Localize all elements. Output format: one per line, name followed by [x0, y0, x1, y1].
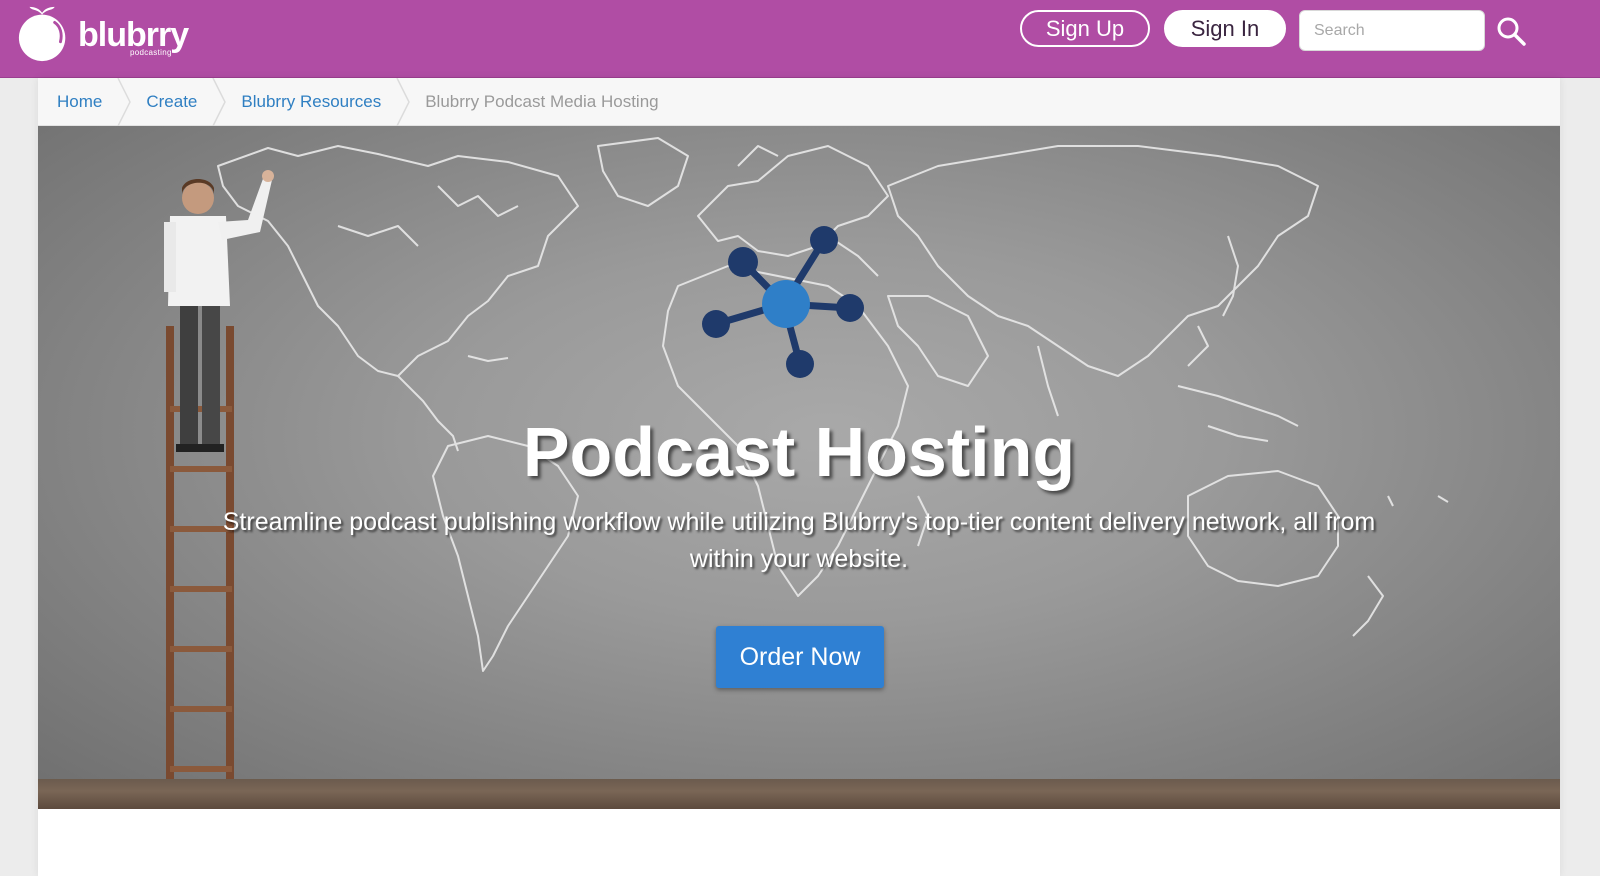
- breadcrumb-create[interactable]: Create: [146, 78, 197, 126]
- breadcrumb-home[interactable]: Home: [57, 78, 102, 126]
- sign-up-button[interactable]: Sign Up: [1020, 10, 1150, 47]
- hero-banner: Podcast Hosting Streamline podcast publi…: [38, 126, 1560, 809]
- network-hub-icon: [702, 226, 864, 378]
- order-now-button[interactable]: Order Now: [716, 626, 884, 688]
- search-input[interactable]: [1299, 10, 1485, 51]
- logo-subtext: podcasting: [130, 48, 172, 57]
- hero-floor: [38, 779, 1560, 809]
- search-icon: [1497, 17, 1526, 46]
- sign-in-button[interactable]: Sign In: [1164, 10, 1286, 47]
- page-content: Home Create Blubrry Resources Blubrry Po…: [38, 77, 1560, 876]
- breadcrumb-separator-icon: [117, 77, 132, 126]
- site-header: blubrry podcasting Sign Up Sign In: [0, 0, 1600, 78]
- search-button[interactable]: [1495, 15, 1527, 47]
- breadcrumb-blubrry-resources[interactable]: Blubrry Resources: [241, 78, 381, 126]
- breadcrumb-separator-icon: [212, 77, 227, 126]
- hero-subtitle: Streamline podcast publishing workflow w…: [222, 508, 1376, 573]
- breadcrumb-separator-icon: [396, 77, 411, 126]
- blubrry-logo[interactable]: blubrry podcasting: [16, 4, 206, 64]
- breadcrumb-current: Blubrry Podcast Media Hosting: [425, 91, 659, 111]
- hero-title: Podcast Hosting: [522, 413, 1076, 491]
- blubrry-berry-icon: [18, 6, 66, 62]
- breadcrumb: Home Create Blubrry Resources Blubrry Po…: [38, 77, 1560, 126]
